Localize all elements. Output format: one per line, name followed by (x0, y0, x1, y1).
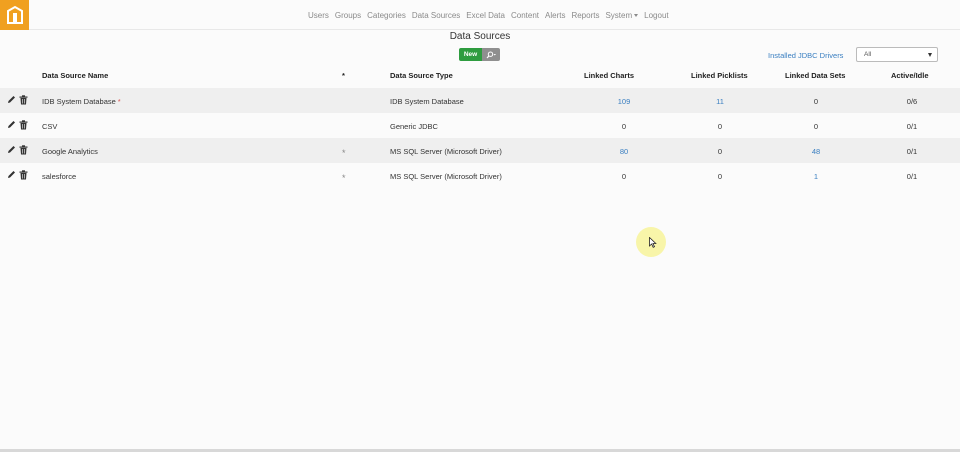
data-source-name-text: Google Analytics (42, 147, 98, 156)
column-header-linked-picklists[interactable]: Linked Picklists (691, 71, 748, 80)
column-header-active-idle[interactable]: Active/Idle (891, 71, 929, 80)
data-source-type: Generic JDBC (390, 122, 438, 131)
linked-charts-value: 0 (621, 172, 627, 181)
column-header-linked-data-sets[interactable]: Linked Data Sets (785, 71, 845, 80)
filter-select-value: All (864, 51, 872, 58)
active-idle-value: 0/1 (906, 147, 918, 156)
nav-groups[interactable]: Groups (335, 11, 361, 20)
table-row: CSV Generic JDBC 0 0 0 0/1 (0, 113, 960, 138)
search-icon (486, 51, 496, 58)
linked-data-sets-value: 0 (813, 122, 819, 131)
table-row: IDB System Database * IDB System Database… (0, 88, 960, 113)
data-source-type: IDB System Database (390, 97, 464, 106)
chevron-down-icon (928, 53, 932, 57)
data-source-name[interactable]: IDB System Database * (42, 97, 121, 106)
nav-data-sources[interactable]: Data Sources (412, 11, 460, 20)
active-idle-value: 0/6 (906, 97, 918, 106)
linked-data-sets-value: 0 (813, 97, 819, 106)
search-dropdown-button[interactable] (482, 48, 500, 61)
linked-data-sets-link[interactable]: 1 (796, 172, 836, 181)
data-source-type: MS SQL Server (Microsoft Driver) (390, 147, 502, 156)
nav-excel-data[interactable]: Excel Data (466, 11, 505, 20)
linked-picklists-value: 0 (717, 172, 723, 181)
trash-icon[interactable] (19, 120, 28, 130)
mouse-cursor-icon (649, 237, 657, 248)
pencil-icon[interactable] (7, 95, 16, 104)
top-navbar: Users Groups Categories Data Sources Exc… (0, 0, 960, 30)
favorite-star: * (342, 173, 346, 183)
main-nav: Users Groups Categories Data Sources Exc… (308, 0, 675, 30)
linked-data-sets-link[interactable]: 48 (796, 147, 836, 156)
favorite-star: * (342, 148, 346, 158)
trash-icon[interactable] (19, 145, 28, 155)
installed-jdbc-drivers-link[interactable]: Installed JDBC Drivers (768, 51, 843, 60)
nav-logout[interactable]: Logout (644, 11, 668, 20)
table-row: salesforce * MS SQL Server (Microsoft Dr… (0, 163, 960, 188)
data-source-name[interactable]: Google Analytics (42, 147, 100, 156)
nav-reports[interactable]: Reports (571, 11, 599, 20)
nav-alerts[interactable]: Alerts (545, 11, 565, 20)
data-source-name-text: CSV (42, 122, 58, 131)
linked-charts-link[interactable]: 80 (604, 147, 644, 156)
active-idle-value: 0/1 (906, 122, 918, 131)
data-source-name-text: IDB System Database (42, 97, 116, 106)
linked-picklists-value: 0 (717, 122, 723, 131)
linked-charts-value: 0 (621, 122, 627, 131)
active-idle-value: 0/1 (906, 172, 918, 181)
data-source-name[interactable]: salesforce (42, 172, 78, 181)
table-row: Google Analytics * MS SQL Server (Micros… (0, 138, 960, 163)
nav-content[interactable]: Content (511, 11, 539, 20)
caret-down-icon (634, 13, 639, 17)
nav-categories[interactable]: Categories (367, 11, 406, 20)
nav-users[interactable]: Users (308, 11, 329, 20)
required-marker: * (117, 97, 121, 106)
data-source-name[interactable]: CSV (42, 122, 59, 131)
page-title: Data Sources (449, 31, 511, 42)
nav-system-dropdown[interactable]: System (605, 10, 639, 20)
column-header-star: * (342, 71, 345, 80)
trash-icon[interactable] (19, 170, 28, 180)
data-source-name-text: salesforce (42, 172, 77, 181)
filter-select[interactable]: All (856, 47, 938, 62)
linked-picklists-link[interactable]: 11 (700, 97, 740, 106)
trash-icon[interactable] (19, 95, 28, 105)
column-header-name[interactable]: Data Source Name (42, 71, 108, 80)
pencil-icon[interactable] (7, 170, 16, 179)
data-source-type: MS SQL Server (Microsoft Driver) (390, 172, 502, 181)
linked-picklists-value: 0 (717, 147, 723, 156)
column-header-type[interactable]: Data Source Type (390, 71, 453, 80)
new-button[interactable]: New (459, 48, 482, 61)
column-header-linked-charts[interactable]: Linked Charts (584, 71, 634, 80)
pencil-icon[interactable] (7, 120, 16, 129)
nav-system-label: System (605, 10, 633, 20)
app-logo-icon[interactable] (0, 0, 29, 30)
linked-charts-link[interactable]: 109 (604, 97, 644, 106)
pencil-icon[interactable] (7, 145, 16, 154)
